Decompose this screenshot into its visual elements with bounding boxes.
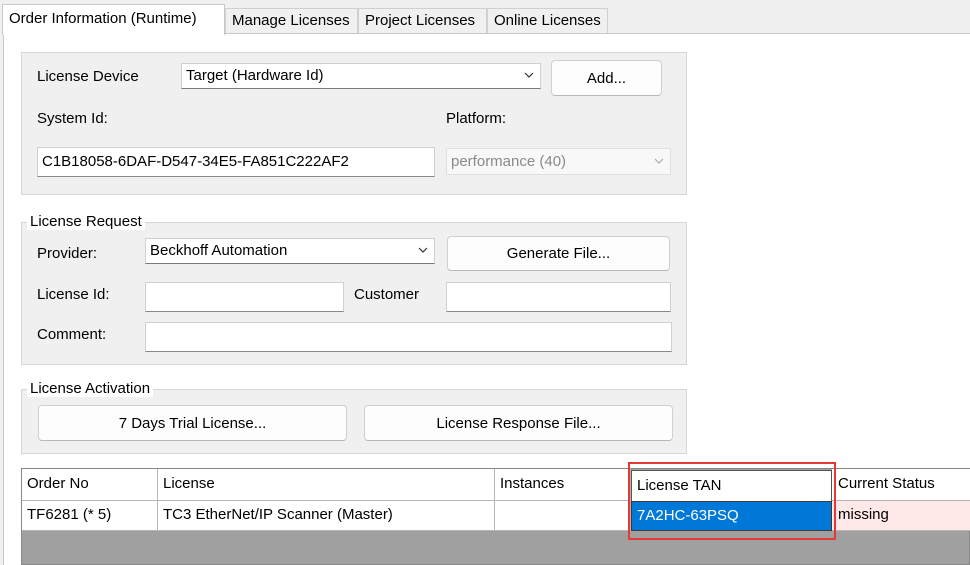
customer-label: Customer — [354, 286, 420, 303]
cell-current-status[interactable]: missing — [832, 501, 970, 531]
system-id-label: System Id: — [37, 110, 108, 127]
provider-label: Provider: — [37, 245, 98, 262]
license-response-file-button[interactable]: License Response File... — [364, 405, 673, 441]
system-id-field[interactable]: C1B18058-6DAF-D547-34E5-FA851C222AF2 — [37, 147, 435, 177]
license-id-label: License Id: — [37, 286, 110, 303]
comment-input[interactable] — [145, 322, 672, 352]
license-id-input[interactable] — [145, 282, 344, 312]
column-header-order-no[interactable]: Order No — [22, 469, 158, 501]
cell-license-tan[interactable]: 7A2HC-63PSQ — [631, 501, 832, 531]
cell-order-no[interactable]: TF6281 (* 5) — [22, 501, 158, 531]
add-button[interactable]: Add... — [551, 60, 662, 96]
comment-label: Comment: — [37, 326, 107, 343]
generate-file-button[interactable]: Generate File... — [447, 236, 670, 271]
column-header-license-tan[interactable]: License TAN — [631, 470, 832, 502]
column-header-license[interactable]: License — [158, 469, 495, 501]
provider-select[interactable]: Beckhoff Automation — [145, 238, 435, 264]
tab-order-information[interactable]: Order Information (Runtime) — [2, 4, 225, 35]
cell-license[interactable]: TC3 EtherNet/IP Scanner (Master) — [158, 501, 495, 531]
chevron-down-icon — [524, 72, 534, 78]
customer-input[interactable] — [446, 282, 671, 312]
provider-value: Beckhoff Automation — [150, 242, 288, 259]
tab-online-licenses[interactable]: Online Licenses — [487, 8, 608, 34]
platform-label: Platform: — [446, 110, 507, 127]
tab-manage-licenses[interactable]: Manage Licenses — [225, 8, 358, 34]
column-header-current-status[interactable]: Current Status — [832, 469, 970, 501]
platform-value: performance (40) — [451, 153, 567, 170]
chevron-down-icon — [418, 247, 428, 253]
column-header-instances[interactable]: Instances — [495, 469, 631, 501]
trial-license-button[interactable]: 7 Days Trial License... — [38, 405, 347, 441]
cell-instances[interactable] — [495, 501, 631, 531]
platform-select[interactable]: performance (40) — [446, 148, 671, 175]
license-device-select[interactable]: Target (Hardware Id) — [181, 63, 541, 89]
license-device-label: License Device — [37, 68, 139, 85]
tab-project-licenses[interactable]: Project Licenses — [358, 8, 487, 34]
license-table: Order No License Instances License TAN C… — [21, 468, 970, 565]
license-device-value: Target (Hardware Id) — [186, 67, 324, 84]
chevron-down-icon — [654, 158, 664, 164]
tab-bar: Order Information (Runtime) Manage Licen… — [0, 0, 970, 35]
license-request-legend: License Request — [27, 213, 145, 230]
license-activation-legend: License Activation — [27, 380, 154, 397]
